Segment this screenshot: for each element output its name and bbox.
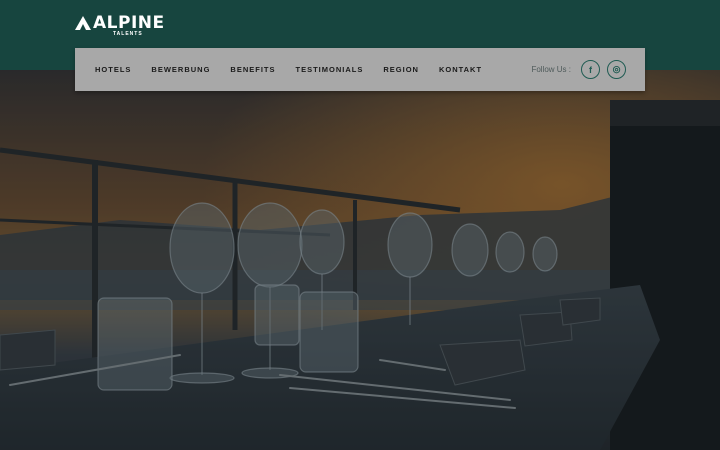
instagram-icon[interactable]: ◎ [607,60,626,79]
nav-menu: HOTELS BEWERBUNG BENEFITS TESTIMONIALS R… [95,65,502,74]
nav-item-hotels[interactable]: HOTELS [95,65,131,74]
nav-item-benefits[interactable]: BENEFITS [230,65,275,74]
nav-item-bewerbung[interactable]: BEWERBUNG [151,65,210,74]
brand-logo[interactable]: ALPINE TALENTS [75,13,165,39]
hero-image [0,70,720,450]
facebook-icon[interactable]: f [581,60,600,79]
main-navigation: HOTELS BEWERBUNG BENEFITS TESTIMONIALS R… [75,48,645,91]
nav-item-region[interactable]: REGION [383,65,419,74]
logo-subtext: TALENTS [113,31,143,37]
mountain-icon [75,16,91,30]
nav-item-kontakt[interactable]: KONTAKT [439,65,482,74]
nav-item-testimonials[interactable]: TESTIMONIALS [296,65,364,74]
logo-text: ALPINE [93,13,165,33]
follow-us-label: Follow Us : [531,65,571,74]
